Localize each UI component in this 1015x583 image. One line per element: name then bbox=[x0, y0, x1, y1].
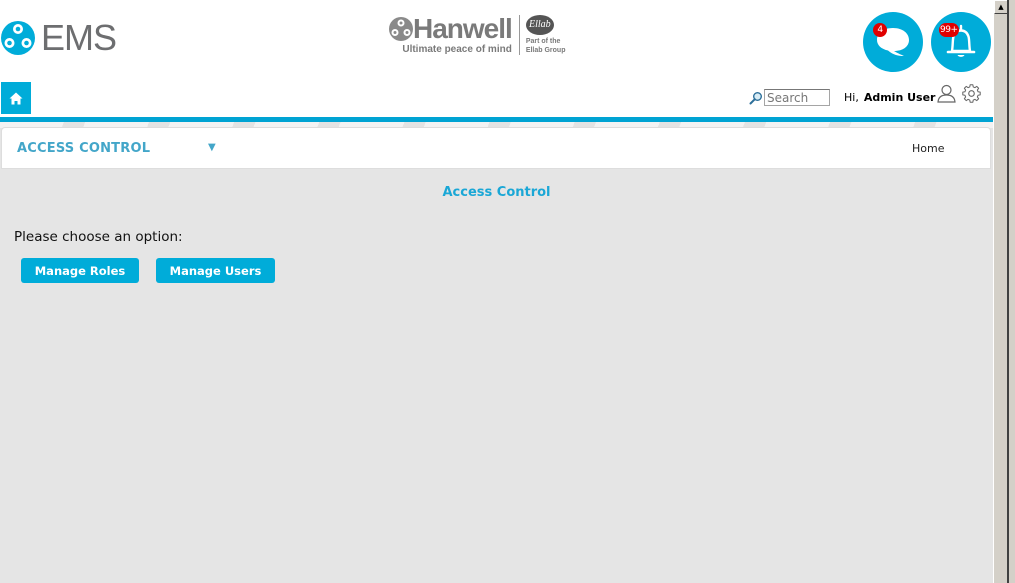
breadcrumb-home[interactable]: Home bbox=[912, 142, 944, 155]
messages-button[interactable]: 4 bbox=[863, 12, 923, 72]
notifications-button[interactable]: 99+ bbox=[931, 12, 991, 72]
scroll-up-arrow-icon[interactable]: ▲ bbox=[994, 0, 1008, 14]
home-icon bbox=[9, 92, 23, 104]
gear-icon[interactable] bbox=[962, 84, 981, 103]
search bbox=[749, 89, 830, 106]
vertical-scrollbar[interactable]: ▲ bbox=[993, 0, 1015, 583]
section-title: ACCESS CONTROL bbox=[17, 141, 151, 156]
partner-line-2: Ellab Group bbox=[525, 47, 566, 54]
hanwell-logo-icon bbox=[389, 17, 413, 41]
greeting-text: Hi, bbox=[844, 91, 859, 104]
manage-users-button[interactable]: Manage Users bbox=[156, 258, 275, 283]
content-title: Access Control bbox=[442, 185, 551, 200]
home-button[interactable] bbox=[1, 82, 31, 114]
messages-badge: 4 bbox=[873, 23, 887, 37]
section-dropdown-caret-icon[interactable]: ▼ bbox=[208, 142, 216, 153]
options-prompt: Please choose an option: bbox=[14, 229, 183, 245]
search-input[interactable] bbox=[764, 89, 830, 106]
ems-logo-icon bbox=[1, 21, 35, 55]
brand-name: Hanwell bbox=[413, 13, 513, 44]
user-icon[interactable] bbox=[937, 84, 956, 103]
ellab-mark: Ellab bbox=[525, 15, 554, 35]
scrollbar-edge bbox=[1007, 0, 1009, 583]
app-name: EMS bbox=[41, 17, 117, 58]
brand-divider bbox=[518, 15, 520, 55]
section-header: ACCESS CONTROL ▼ Home bbox=[1, 127, 991, 169]
ems-logo[interactable]: EMS bbox=[1, 17, 117, 58]
partner-line-1: Part of the bbox=[525, 38, 561, 45]
manage-roles-button[interactable]: Manage Roles bbox=[21, 258, 139, 283]
hanwell-logo: Hanwell Ultimate peace of mind Ellab Par… bbox=[389, 15, 565, 55]
brand-tagline: Ultimate peace of mind bbox=[402, 44, 512, 55]
header: EMS Hanwell Ultimate peace of mind Ellab… bbox=[0, 0, 993, 117]
notifications-badge: 99+ bbox=[939, 23, 959, 37]
user-name[interactable]: Admin User bbox=[864, 91, 936, 104]
page: EMS Hanwell Ultimate peace of mind Ellab… bbox=[0, 0, 993, 583]
ellab-logo: Ellab Part of the Ellab Group bbox=[525, 15, 566, 55]
search-icon[interactable] bbox=[749, 91, 763, 105]
user-greeting: Hi, Admin User bbox=[844, 91, 935, 104]
